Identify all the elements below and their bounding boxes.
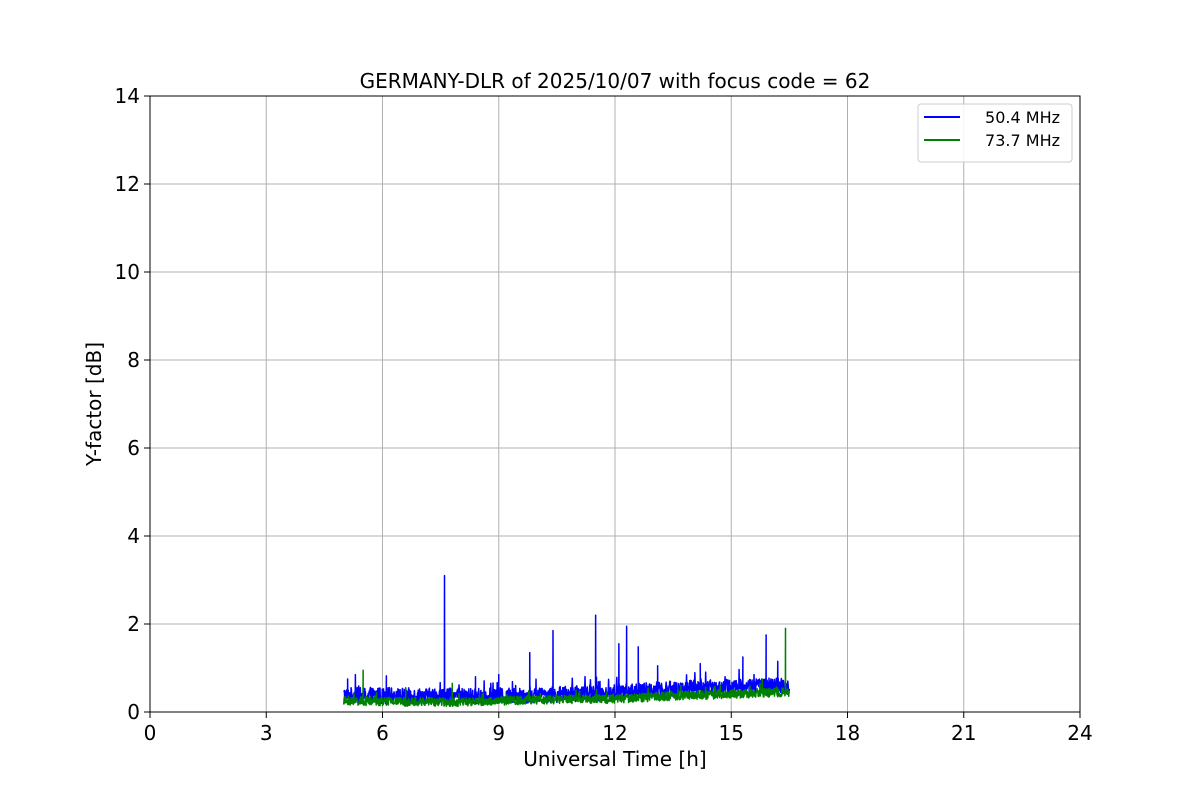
- y-tick-label: 0: [127, 700, 140, 724]
- legend: 50.4 MHz 73.7 MHz: [917, 103, 1073, 163]
- y-tick-label: 4: [127, 524, 140, 548]
- y-tick-label: 8: [127, 348, 140, 372]
- y-tick-label: 2: [127, 612, 140, 636]
- x-tick-label: 9: [492, 721, 505, 745]
- x-tick-label: 0: [144, 721, 157, 745]
- chart-title: GERMANY-DLR of 2025/10/07 with focus cod…: [360, 69, 871, 93]
- y-axis-label: Y-factor [dB]: [82, 342, 106, 467]
- x-axis-label: Universal Time [h]: [523, 747, 706, 771]
- x-tick-label: 3: [260, 721, 273, 745]
- x-tick-label: 24: [1067, 721, 1092, 745]
- x-tick-label: 6: [376, 721, 389, 745]
- legend-label: 73.7 MHz: [985, 131, 1060, 150]
- y-tick-label: 6: [127, 436, 140, 460]
- chart-svg: 0 3 6 9 12 15 18 21 2402468101214 GERMANY-DLR of…: [82, 69, 1093, 771]
- tick-layer: 0 3 6 9 12 15 18 21 2402468101214: [115, 84, 1093, 745]
- series-line-1: [343, 574, 791, 705]
- y-tick-label: 10: [115, 260, 140, 284]
- grid-layer: [149, 95, 1081, 713]
- x-tick-label: 15: [719, 721, 744, 745]
- x-tick-label: 18: [835, 721, 860, 745]
- series-layer: [343, 574, 791, 708]
- y-tick-label: 12: [115, 172, 140, 196]
- x-tick-label: 12: [602, 721, 627, 745]
- x-tick-label: 21: [951, 721, 976, 745]
- y-tick-label: 14: [115, 84, 140, 108]
- legend-label: 50.4 MHz: [985, 108, 1060, 127]
- chart-figure: 0 3 6 9 12 15 18 21 24 0 2 4 6 8 10 12 14 GERMANY-DLR of…: [0, 0, 1200, 800]
